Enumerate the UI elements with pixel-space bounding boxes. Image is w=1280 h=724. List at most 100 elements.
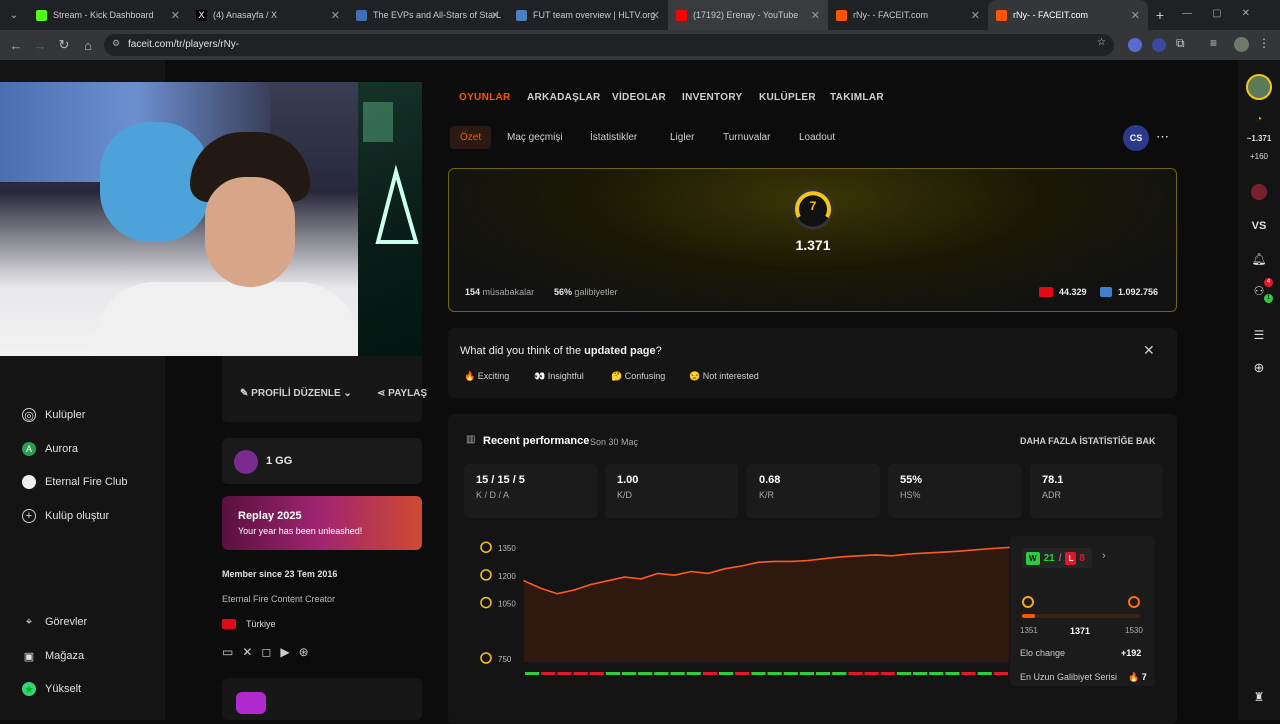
extension-icon[interactable] [1152, 38, 1166, 52]
browser-tab[interactable]: rNy- - FACEIT.com ✕ [828, 0, 988, 30]
tab-inventory[interactable]: INVENTORY [682, 92, 743, 103]
reload-button[interactable]: ↻ [52, 37, 76, 53]
more-stats-link[interactable]: DAHA FAZLA İSTATİSTİĞE BAK [1020, 436, 1156, 446]
feedback-option-exciting[interactable]: 🔥 Exciting [464, 371, 509, 382]
edit-profile-button[interactable]: ✎ PROFİLİ DÜZENLE ⌄ [240, 388, 352, 399]
close-icon[interactable]: ✕ [491, 9, 500, 22]
x-logo-icon: X [196, 9, 207, 21]
tab-title: The EVPs and All-Stars of StarL [373, 10, 502, 20]
match-result-mark [638, 672, 653, 675]
match-result-mark [977, 672, 992, 675]
nav-item-create-club[interactable]: + Kulüp oluştur [22, 509, 109, 523]
subtab-tournaments[interactable]: Turnuvalar [723, 132, 770, 143]
more-options-icon[interactable]: ⋯ [1156, 129, 1169, 145]
close-icon[interactable]: ✕ [1131, 9, 1140, 22]
profile-actions: ✎ PROFİLİ DÜZENLE ⌄ ⋖ PAYLAŞ [222, 356, 427, 422]
win-rate: 56% galibiyetler [554, 287, 618, 297]
game-selector-cs[interactable]: CS [1123, 125, 1149, 151]
banner-art [363, 102, 419, 244]
elo-point [640, 578, 642, 580]
social-links: ▭✕◻▶⊛ [222, 645, 318, 659]
profile-avatar[interactable] [1234, 37, 1249, 52]
nav-item-shop[interactable]: ▣ Mağaza [22, 649, 84, 663]
party-icon[interactable] [1251, 184, 1267, 200]
friends-icon[interactable]: ⚇ [1238, 284, 1280, 298]
youtube-icon[interactable]: ▶ [280, 645, 298, 659]
replay-card[interactable]: Replay 2025 Your year has been unleashed… [222, 496, 422, 550]
browser-tab-strip: ⌄ Stream - Kick Dashboard ✕ X (4) Anasayfa… [0, 0, 1280, 30]
site-info-icon[interactable]: ⚙ [112, 38, 120, 49]
chevron-right-icon[interactable]: › [1102, 550, 1106, 562]
subtab-match-history[interactable]: Maç geçmişi [507, 132, 563, 143]
close-icon[interactable]: ✕ [811, 9, 820, 22]
add-icon[interactable]: ⊕ [1238, 360, 1280, 376]
close-icon[interactable]: ✕ [971, 9, 980, 22]
versus-button[interactable]: VS [1238, 220, 1280, 232]
tab-friends[interactable]: ARKADAŞLAR [527, 92, 601, 103]
tab-clubs[interactable]: KULÜPLER [759, 92, 816, 103]
match-result-mark [913, 672, 928, 675]
club-card[interactable] [222, 678, 422, 720]
bell-icon[interactable]: 🔔︎ [1238, 252, 1280, 266]
instagram-icon[interactable]: ◻ [261, 645, 280, 659]
feedback-option-insightful[interactable]: 👀 Insightful [534, 371, 584, 382]
share-icon: ⋖ [377, 388, 389, 399]
subtab-loadout[interactable]: Loadout [799, 132, 835, 143]
twitch-icon[interactable]: ▭ [222, 645, 242, 659]
browser-tab[interactable]: The EVPs and All-Stars of StarL ✕ [348, 0, 508, 30]
feedback-option-not-interested[interactable]: 😒 Not interested [689, 371, 759, 382]
elo-point [690, 570, 693, 573]
nav-item-eternal-fire[interactable]: Eternal Fire Club [22, 475, 128, 489]
menu-icon[interactable]: ⋮ [1258, 36, 1270, 50]
subtab-leagues[interactable]: Ligler [670, 132, 694, 143]
match-result-mark [541, 672, 556, 675]
nav-item-clubs[interactable]: ◎ Kulüpler [22, 408, 85, 422]
home-button[interactable]: ⌂ [76, 38, 100, 53]
tab-teams[interactable]: TAKIMLAR [830, 92, 884, 103]
nav-item-upgrade[interactable]: ★ Yükselt [22, 682, 81, 696]
reading-list-icon[interactable]: ≡ [1210, 36, 1217, 50]
close-icon[interactable]: ✕ [331, 9, 340, 22]
tab-videos[interactable]: VİDEOLAR [612, 92, 666, 103]
window-controls[interactable]: —▢✕ [1182, 8, 1270, 19]
hltv-icon [356, 9, 367, 21]
address-bar[interactable]: ⚙ faceit.com/tr/players/rNy- ☆ [104, 34, 1114, 56]
close-icon[interactable]: ✕ [651, 9, 660, 22]
plus-icon: + [22, 509, 36, 523]
steam-icon[interactable]: ⊛ [299, 645, 318, 659]
subtab-summary[interactable]: Özet [450, 126, 492, 149]
bookmark-star-icon[interactable]: ☆ [1097, 37, 1106, 48]
back-button[interactable]: ← [4, 38, 28, 53]
browser-tab[interactable]: FUT team overview | HLTV.org ✕ [508, 0, 668, 30]
stat-value: 0.68 [759, 474, 781, 486]
pencil-icon: ✎ [240, 388, 252, 399]
share-button[interactable]: ⋖ PAYLAŞ [377, 388, 427, 399]
browser-tab[interactable]: Stream - Kick Dashboard ✕ [28, 0, 188, 30]
nav-item-missions[interactable]: ⌖ Görevler [22, 615, 87, 629]
star-icon: ★ [22, 682, 36, 696]
close-icon[interactable]: ✕ [1143, 342, 1155, 359]
faceit-logo-icon[interactable]: ♜ [1238, 690, 1280, 704]
gg-card[interactable]: 1 GG [222, 438, 422, 484]
new-tab-button[interactable]: + [1148, 7, 1172, 23]
forward-button[interactable]: → [28, 38, 52, 53]
tab-games[interactable]: OYUNLAR [459, 92, 511, 103]
puzzle-icon[interactable]: ⧉ [1176, 36, 1185, 51]
match-result-mark [686, 672, 701, 675]
replay-subtitle: Your year has been unleashed! [238, 526, 363, 536]
tab-search-icon[interactable]: ⌄ [0, 10, 28, 21]
browser-tab[interactable]: (17192) Erenay - YouTube ✕ [668, 0, 828, 30]
list-icon[interactable]: ☰ [1238, 328, 1280, 342]
match-result-mark [557, 672, 572, 675]
level-icon [1022, 596, 1034, 608]
x-icon[interactable]: ✕ [242, 645, 261, 659]
browser-tab-active[interactable]: rNy- - FACEIT.com ✕ [988, 0, 1148, 30]
subtab-statistics[interactable]: İstatistikler [590, 132, 637, 143]
close-icon[interactable]: ✕ [171, 9, 180, 22]
user-avatar[interactable] [1246, 74, 1272, 100]
eternal-fire-icon [22, 475, 36, 489]
browser-tab[interactable]: X (4) Anasayfa / X ✕ [188, 0, 348, 30]
extension-icon[interactable] [1128, 38, 1142, 52]
nav-item-aurora[interactable]: A Aurora [22, 442, 78, 456]
feedback-option-confusing[interactable]: 🤔 Confusing [611, 371, 665, 382]
